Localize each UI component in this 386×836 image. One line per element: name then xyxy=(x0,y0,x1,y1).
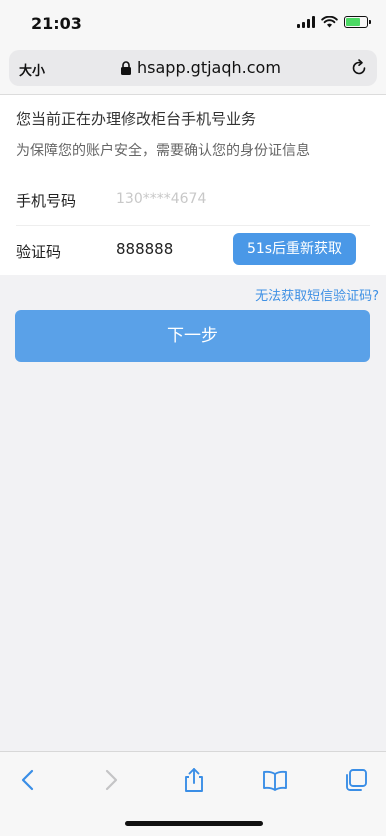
tabs-icon[interactable] xyxy=(342,766,370,794)
address-bar: 大小 hsapp.gtjaqh.com xyxy=(0,48,386,95)
notice-text-secondary: 为保障您的账户安全，需要确认您的身份证信息 xyxy=(16,143,310,159)
resend-code-button[interactable]: 51s后重新获取 xyxy=(233,233,356,265)
text-size-button[interactable]: 大小 xyxy=(19,60,45,79)
status-bar: 21:03 xyxy=(0,0,386,48)
cannot-receive-code-link[interactable]: 无法获取短信验证码? xyxy=(255,285,379,304)
url-field[interactable]: 大小 hsapp.gtjaqh.com xyxy=(9,50,377,86)
code-label: 验证码 xyxy=(16,243,62,261)
share-icon[interactable] xyxy=(180,766,208,794)
home-indicator xyxy=(125,821,263,826)
reload-icon[interactable] xyxy=(349,58,369,78)
row-divider xyxy=(16,225,370,226)
url-text[interactable]: hsapp.gtjaqh.com xyxy=(137,58,281,77)
wifi-icon xyxy=(321,16,338,28)
form-panel: 您当前正在办理修改柜台手机号业务 为保障您的账户安全，需要确认您的身份证信息 手… xyxy=(0,95,386,275)
status-icons xyxy=(297,16,371,28)
verification-code-input[interactable] xyxy=(110,236,232,262)
bookmarks-icon[interactable] xyxy=(261,766,289,794)
next-step-button[interactable]: 下一步 xyxy=(15,310,370,362)
status-time: 21:03 xyxy=(31,14,82,33)
battery-icon xyxy=(344,16,371,28)
phone-number-value: 130****4674 xyxy=(116,191,207,207)
lock-icon xyxy=(121,61,131,75)
signal-icon xyxy=(297,16,315,28)
forward-icon[interactable] xyxy=(97,766,125,794)
back-icon[interactable] xyxy=(14,766,42,794)
phone-label: 手机号码 xyxy=(16,192,77,210)
notice-text-primary: 您当前正在办理修改柜台手机号业务 xyxy=(16,110,257,128)
